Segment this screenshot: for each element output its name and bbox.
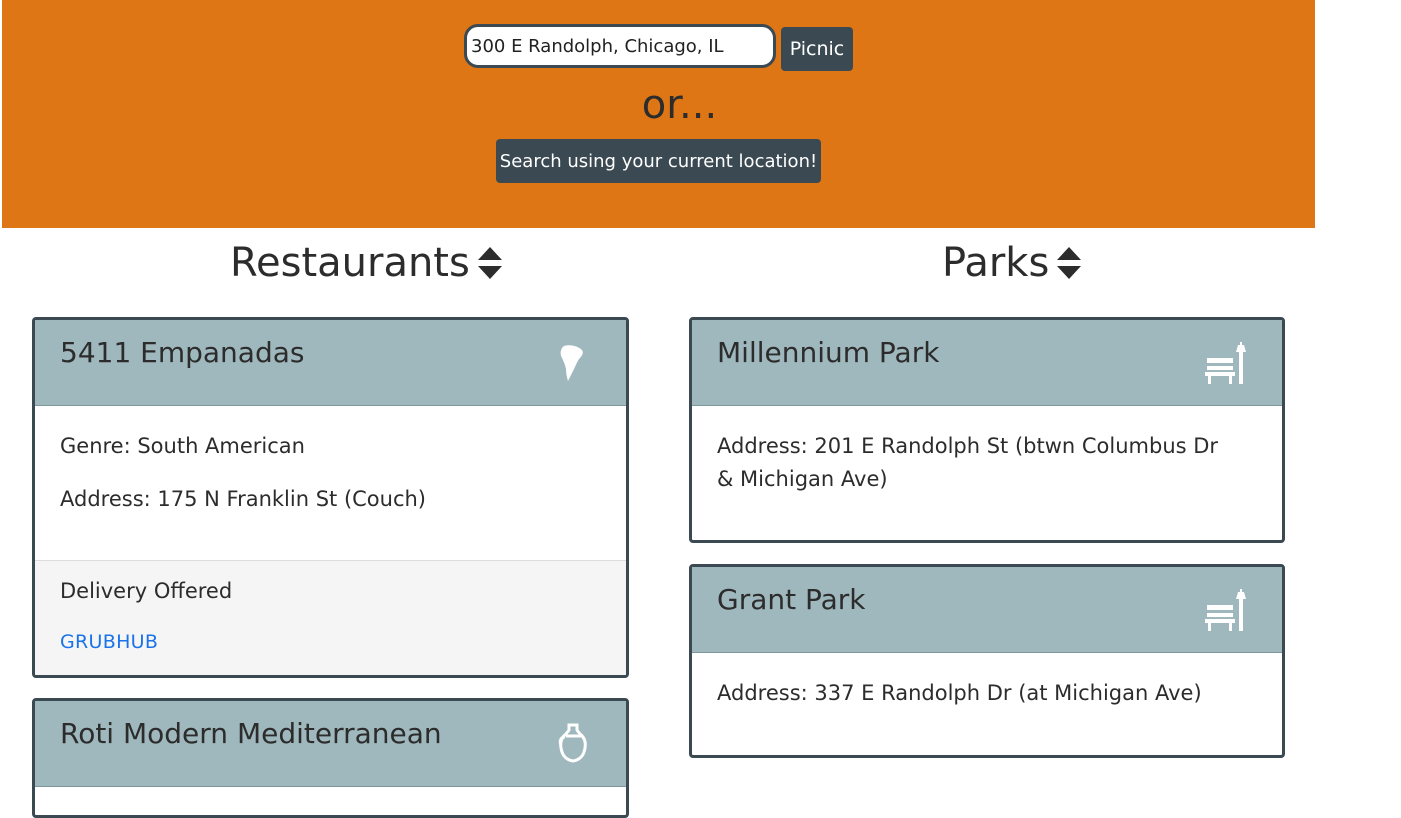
pottery-jug-icon [556,723,590,763]
or-separator: or... [641,82,718,128]
park-card[interactable]: Grant Park Address: 337 E Randolph Dr (a… [689,564,1285,758]
restaurant-card-header: 5411 Empanadas [35,320,626,406]
grubhub-link[interactable]: GRUBHUB [60,631,158,653]
address-search-input[interactable] [464,24,776,68]
sort-icon[interactable] [477,247,502,279]
restaurant-card[interactable]: Roti Modern Mediterranean [32,698,629,818]
park-name: Grant Park [717,583,866,616]
park-card-header: Millennium Park [692,320,1282,406]
park-address: Address: 201 E Randolph St (btwn Columbu… [717,434,1219,491]
restaurant-card-footer: Delivery Offered GRUBHUB [35,560,626,675]
park-bench-icon [1205,589,1249,631]
restaurant-name: Roti Modern Mediterranean [60,717,442,750]
south-america-icon [556,342,590,382]
restaurant-genre: Genre: South American [60,434,305,458]
park-name: Millennium Park [717,336,940,369]
park-address: Address: 337 E Randolph Dr (at Michigan … [717,681,1202,705]
restaurants-heading: Restaurants [230,236,502,290]
search-hero: Picnic or... Search using your current l… [2,0,1315,228]
delivery-status: Delivery Offered [60,579,233,603]
parks-heading-label: Parks [942,240,1050,286]
park-card[interactable]: Millennium Park Address: 201 E Randolph … [689,317,1285,543]
restaurant-card-header: Roti Modern Mediterranean [35,701,626,787]
current-location-button[interactable]: Search using your current location! [496,139,821,183]
parks-heading: Parks [942,236,1082,290]
restaurant-name: 5411 Empanadas [60,336,305,369]
park-card-header: Grant Park [692,567,1282,653]
park-bench-icon [1205,342,1249,384]
picnic-button[interactable]: Picnic [781,27,853,71]
sort-icon[interactable] [1057,247,1082,279]
restaurant-address: Address: 175 N Franklin St (Couch) [60,487,427,511]
delivery-link-container: GRUBHUB [60,631,158,653]
restaurant-card[interactable]: 5411 Empanadas Genre: South American Add… [32,317,629,678]
restaurants-heading-label: Restaurants [230,240,470,286]
